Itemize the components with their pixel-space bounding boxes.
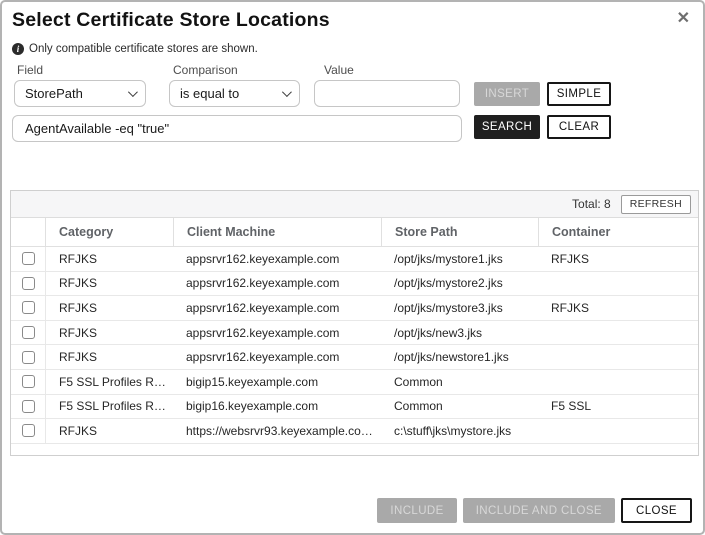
chevron-down-icon bbox=[282, 87, 292, 97]
results-panel: Total: 8 REFRESH Category Client Machine… bbox=[10, 190, 699, 456]
table-row: RFJKS appsrvr162.keyexample.com /opt/jks… bbox=[11, 321, 698, 346]
search-clear-buttons: SEARCH CLEAR bbox=[474, 115, 611, 139]
row-checkbox-cell bbox=[11, 296, 46, 320]
row-checkbox-cell bbox=[11, 272, 46, 296]
results-toolbar: Total: 8 REFRESH bbox=[11, 191, 698, 218]
row-checkbox-cell bbox=[11, 419, 46, 443]
info-text: Only compatible certificate stores are s… bbox=[29, 43, 258, 55]
query-input[interactable] bbox=[12, 115, 462, 142]
value-label: Value bbox=[324, 63, 354, 77]
footer-actions: INCLUDE INCLUDE AND CLOSE CLOSE bbox=[377, 498, 692, 523]
row-checkbox[interactable] bbox=[22, 375, 35, 388]
row-checkbox-cell bbox=[11, 395, 46, 419]
row-checkbox-cell bbox=[11, 247, 46, 271]
comparison-select-value: is equal to bbox=[180, 86, 239, 101]
row-checkbox-cell bbox=[11, 370, 46, 394]
row-checkbox[interactable] bbox=[22, 326, 35, 339]
column-header-client-machine: Client Machine bbox=[173, 218, 381, 246]
comparison-select[interactable]: is equal to bbox=[169, 80, 300, 107]
cell-category: RFJKS bbox=[46, 301, 173, 315]
row-checkbox[interactable] bbox=[22, 351, 35, 364]
insert-button[interactable]: INSERT bbox=[474, 82, 540, 106]
row-checkbox[interactable] bbox=[22, 400, 35, 413]
total-count: Total: 8 bbox=[572, 197, 611, 211]
cell-client-machine: appsrvr162.keyexample.com bbox=[173, 326, 381, 340]
cell-client-machine: bigip15.keyexample.com bbox=[173, 375, 381, 389]
cell-store-path: Common bbox=[381, 399, 538, 413]
table-row: F5 SSL Profiles RE… bigip15.keyexample.c… bbox=[11, 370, 698, 395]
cell-store-path: /opt/jks/mystore3.jks bbox=[381, 301, 538, 315]
include-and-close-button[interactable]: INCLUDE AND CLOSE bbox=[463, 498, 615, 523]
cell-client-machine: appsrvr162.keyexample.com bbox=[173, 276, 381, 290]
cell-client-machine: appsrvr162.keyexample.com bbox=[173, 301, 381, 315]
table-row: F5 SSL Profiles RE… bigip16.keyexample.c… bbox=[11, 395, 698, 420]
row-checkbox-cell bbox=[11, 321, 46, 345]
refresh-button[interactable]: REFRESH bbox=[621, 195, 691, 214]
dialog-title: Select Certificate Store Locations bbox=[12, 9, 330, 32]
insert-simple-buttons: INSERT SIMPLE bbox=[474, 82, 611, 106]
cell-client-machine: https://websrvr93.keyexample.com:5986 bbox=[173, 424, 381, 438]
cell-category: F5 SSL Profiles RE… bbox=[46, 399, 173, 413]
cell-category: RFJKS bbox=[46, 252, 173, 266]
cell-category: RFJKS bbox=[46, 350, 173, 364]
table-header: Category Client Machine Store Path Conta… bbox=[11, 218, 698, 247]
include-button[interactable]: INCLUDE bbox=[377, 498, 456, 523]
cell-container: RFJKS bbox=[538, 252, 698, 266]
comparison-label: Comparison bbox=[173, 63, 238, 77]
column-header-store-path: Store Path bbox=[381, 218, 538, 246]
table-body: RFJKS appsrvr162.keyexample.com /opt/jks… bbox=[11, 247, 698, 444]
cell-store-path: /opt/jks/mystore2.jks bbox=[381, 276, 538, 290]
cell-store-path: /opt/jks/new3.jks bbox=[381, 326, 538, 340]
cell-client-machine: appsrvr162.keyexample.com bbox=[173, 252, 381, 266]
table-row: RFJKS appsrvr162.keyexample.com /opt/jks… bbox=[11, 247, 698, 272]
cell-store-path: /opt/jks/newstore1.jks bbox=[381, 350, 538, 364]
row-checkbox[interactable] bbox=[22, 301, 35, 314]
close-button[interactable]: CLOSE bbox=[621, 498, 692, 523]
chevron-down-icon bbox=[128, 87, 138, 97]
table-row: RFJKS https://websrvr93.keyexample.com:5… bbox=[11, 419, 698, 444]
close-icon[interactable]: ✕ bbox=[677, 11, 690, 27]
cell-category: RFJKS bbox=[46, 276, 173, 290]
table-row: RFJKS appsrvr162.keyexample.com /opt/jks… bbox=[11, 272, 698, 297]
row-checkbox[interactable] bbox=[22, 277, 35, 290]
cell-store-path: /opt/jks/mystore1.jks bbox=[381, 252, 538, 266]
cell-container: RFJKS bbox=[538, 301, 698, 315]
cell-client-machine: appsrvr162.keyexample.com bbox=[173, 350, 381, 364]
column-header-category: Category bbox=[46, 225, 173, 239]
info-banner: i Only compatible certificate stores are… bbox=[12, 43, 258, 55]
row-checkbox[interactable] bbox=[22, 252, 35, 265]
simple-button[interactable]: SIMPLE bbox=[547, 82, 611, 106]
cell-store-path: c:\stuff\jks\mystore.jks bbox=[381, 424, 538, 438]
header-checkbox-cell bbox=[11, 218, 46, 246]
clear-button[interactable]: CLEAR bbox=[547, 115, 611, 139]
table-row: RFJKS appsrvr162.keyexample.com /opt/jks… bbox=[11, 345, 698, 370]
cell-store-path: Common bbox=[381, 375, 538, 389]
select-certificate-store-dialog: Select Certificate Store Locations ✕ i O… bbox=[0, 0, 705, 535]
table-row: RFJKS appsrvr162.keyexample.com /opt/jks… bbox=[11, 296, 698, 321]
field-label: Field bbox=[17, 63, 43, 77]
search-button[interactable]: SEARCH bbox=[474, 115, 540, 139]
value-input[interactable] bbox=[314, 80, 460, 107]
cell-category: F5 SSL Profiles RE… bbox=[46, 375, 173, 389]
cell-category: RFJKS bbox=[46, 326, 173, 340]
column-header-container: Container bbox=[538, 218, 698, 246]
info-icon: i bbox=[12, 43, 24, 55]
field-select[interactable]: StorePath bbox=[14, 80, 146, 107]
cell-category: RFJKS bbox=[46, 424, 173, 438]
cell-client-machine: bigip16.keyexample.com bbox=[173, 399, 381, 413]
row-checkbox[interactable] bbox=[22, 424, 35, 437]
row-checkbox-cell bbox=[11, 345, 46, 369]
cell-container: F5 SSL bbox=[538, 399, 698, 413]
field-select-value: StorePath bbox=[25, 86, 83, 101]
